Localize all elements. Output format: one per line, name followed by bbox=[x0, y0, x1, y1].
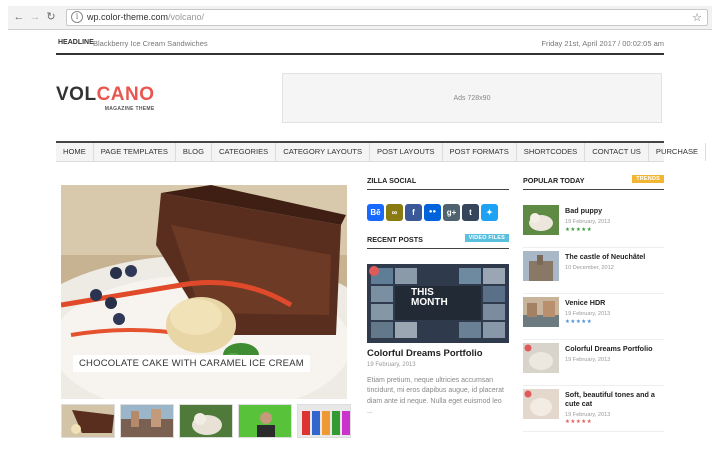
middle-column: ZILLA SOCIAL Bē ∞ f ●● g+ t ✦ RECENT POS… bbox=[367, 176, 509, 418]
url-path: /volcano/ bbox=[168, 12, 205, 22]
popular-list: Bad puppy 19 February, 2013 ★★★★★ The ca… bbox=[523, 202, 664, 432]
thumbnail-products[interactable] bbox=[297, 404, 351, 438]
popular-item-date: 19 February, 2013 bbox=[565, 412, 611, 418]
social-icons: Bē ∞ f ●● g+ t ✦ bbox=[367, 204, 509, 221]
info-icon[interactable]: i bbox=[71, 11, 83, 23]
site: HEADLINE Blackberry Ice Cream Sandwiches… bbox=[56, 30, 707, 438]
headline-link[interactable]: Blackberry Ice Cream Sandwiches bbox=[93, 39, 208, 48]
menu-item-categories[interactable]: CATEGORIES bbox=[212, 143, 277, 161]
url-host: wp.color-theme.com bbox=[87, 12, 169, 22]
ad-banner[interactable]: Ads 728x90 bbox=[282, 73, 662, 123]
social-title: ZILLA SOCIAL bbox=[367, 176, 509, 190]
menu-item-contact-us[interactable]: CONTACT US bbox=[585, 143, 649, 161]
googleplus-icon[interactable]: g+ bbox=[443, 204, 460, 221]
rating-stars: ★★★★★ bbox=[565, 419, 593, 425]
popular-label: POPULAR TODAY bbox=[523, 176, 585, 185]
list-item[interactable]: Bad puppy 19 February, 2013 ★★★★★ bbox=[523, 202, 664, 248]
menu-item-purchase[interactable]: PURCHASE bbox=[649, 143, 707, 161]
digg-icon[interactable]: ∞ bbox=[386, 204, 403, 221]
page-viewport: HEADLINE Blackberry Ice Cream Sandwiches… bbox=[8, 30, 712, 438]
menu-item-shortcodes[interactable]: SHORTCODES bbox=[517, 143, 586, 161]
browser-toolbar: ← → ↻ i wp.color-theme.com/volcano/ ☆ bbox=[8, 6, 712, 30]
popular-item-title[interactable]: The castle of Neuchâtel bbox=[565, 252, 665, 261]
recent-post-date: 19 February, 2013 bbox=[367, 362, 416, 368]
recent-badge[interactable]: VIDEO FILES bbox=[464, 234, 509, 242]
popular-item-date: 19 February, 2013 bbox=[565, 357, 611, 363]
thumbnail-puppy[interactable] bbox=[523, 205, 559, 235]
popular-title: POPULAR TODAY TRENDS bbox=[523, 175, 664, 190]
list-item[interactable]: Venice HDR 19 February, 2013 ★★★★★ bbox=[523, 294, 664, 340]
frame-margin-right bbox=[712, 0, 721, 451]
recent-posts-label: RECENT POSTS bbox=[367, 235, 423, 244]
menu-item-category-layouts[interactable]: CATEGORY LAYOUTS bbox=[276, 143, 371, 161]
frame-margin-left bbox=[0, 0, 8, 451]
popular-item-date: 10 December, 2012 bbox=[565, 265, 614, 271]
frame-margin-bottom bbox=[0, 438, 721, 451]
top-bar: HEADLINE Blackberry Ice Cream Sandwiches… bbox=[56, 37, 664, 51]
main-menu: HOME PAGE TEMPLATES BLOG CATEGORIES CATE… bbox=[56, 141, 707, 162]
thumbnail-dog[interactable] bbox=[179, 404, 233, 438]
featured-caption[interactable]: CHOCOLATE CAKE WITH CARAMEL ICE CREAM bbox=[73, 355, 310, 372]
menu-item-page-templates[interactable]: PAGE TEMPLATES bbox=[94, 143, 176, 161]
list-item[interactable]: The castle of Neuchâtel 10 December, 201… bbox=[523, 248, 664, 294]
rating-stars: ★★★★★ bbox=[565, 227, 593, 233]
menu-item-blog[interactable]: BLOG bbox=[176, 143, 212, 161]
twitter-icon[interactable]: ✦ bbox=[481, 204, 498, 221]
browser-window: ← → ↻ i wp.color-theme.com/volcano/ ☆ HE… bbox=[0, 0, 721, 451]
thumbnail-portfolio[interactable] bbox=[523, 343, 559, 373]
thumbnail-cat[interactable] bbox=[523, 389, 559, 419]
star-icon[interactable]: ☆ bbox=[692, 11, 702, 24]
overlay-line-2: MONTH bbox=[411, 297, 448, 308]
recent-posts-title: RECENT POSTS VIDEO FILES bbox=[367, 234, 509, 249]
thumbnail-venice[interactable] bbox=[523, 297, 559, 327]
recent-post-title[interactable]: Colorful Dreams Portfolio bbox=[367, 348, 509, 359]
logo-part2: CANO bbox=[96, 84, 155, 105]
rating-stars: ★★★★★ bbox=[565, 319, 593, 325]
behance-icon[interactable]: Bē bbox=[367, 204, 384, 221]
logo-part1: VOL bbox=[56, 84, 97, 105]
flickr-icon[interactable]: ●● bbox=[424, 204, 441, 221]
list-item[interactable]: Colorful Dreams Portfolio 19 February, 2… bbox=[523, 340, 664, 386]
popular-item-date: 19 February, 2013 bbox=[565, 311, 611, 317]
popular-item-date: 19 February, 2013 bbox=[565, 219, 611, 225]
facebook-icon[interactable]: f bbox=[405, 204, 422, 221]
arrow-right-icon[interactable]: → bbox=[28, 10, 42, 24]
popular-item-title[interactable]: Bad puppy bbox=[565, 206, 665, 215]
popular-item-title[interactable]: Venice HDR bbox=[565, 298, 665, 307]
popular-item-title[interactable]: Colorful Dreams Portfolio bbox=[565, 344, 665, 353]
thumbnail-cake[interactable] bbox=[61, 404, 115, 438]
menu-item-post-layouts[interactable]: POST LAYOUTS bbox=[370, 143, 443, 161]
recent-post-excerpt: Etiam pretium, neque ultricies accumsan … bbox=[367, 377, 504, 416]
menu-item-home[interactable]: HOME bbox=[56, 143, 94, 161]
address-bar[interactable]: i wp.color-theme.com/volcano/ ☆ bbox=[66, 9, 708, 26]
list-item[interactable]: Soft, beautiful tones and a cute cat 19 … bbox=[523, 386, 664, 432]
url-text[interactable]: wp.color-theme.com/volcano/ bbox=[87, 12, 204, 22]
thumbnail-canal[interactable] bbox=[120, 404, 174, 438]
headline-label: HEADLINE bbox=[58, 39, 94, 46]
current-date: Friday 21st, April 2017 / 00:02:05 am bbox=[541, 39, 664, 48]
popular-badge[interactable]: TRENDS bbox=[632, 175, 664, 183]
thumbnail-castle[interactable] bbox=[523, 251, 559, 281]
frame-margin-top bbox=[0, 0, 721, 6]
arrow-left-icon[interactable]: ← bbox=[12, 10, 26, 24]
menu-item-post-formats[interactable]: POST FORMATS bbox=[443, 143, 517, 161]
top-divider bbox=[56, 53, 664, 55]
recent-post-image[interactable]: THIS MONTH bbox=[367, 264, 509, 343]
popular-item-title[interactable]: Soft, beautiful tones and a cute cat bbox=[565, 390, 665, 408]
thumbnail-person[interactable] bbox=[238, 404, 292, 438]
site-logo[interactable]: VOLCANO MAGAZINE THEME bbox=[56, 84, 155, 113]
right-column: POPULAR TODAY TRENDS Bad puppy 19 Februa… bbox=[523, 175, 664, 432]
reload-icon[interactable]: ↻ bbox=[44, 10, 58, 24]
logo-tagline: MAGAZINE THEME bbox=[104, 106, 155, 112]
slider-thumbnails bbox=[61, 404, 351, 438]
tumblr-icon[interactable]: t bbox=[462, 204, 479, 221]
